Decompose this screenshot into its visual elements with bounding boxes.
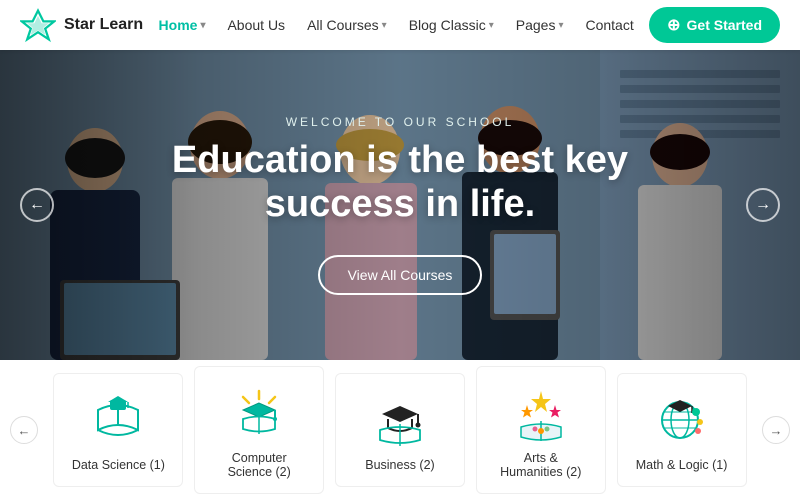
chevron-down-icon: ▾	[558, 20, 563, 31]
hero-prev-button[interactable]: ←	[20, 188, 54, 222]
logo-icon	[20, 7, 56, 43]
computer-science-icon	[231, 385, 287, 441]
nav-menu: Home ▾ About Us All Courses ▾ Blog Class…	[159, 17, 634, 33]
category-item-computer-science[interactable]: Computer Science (2)	[194, 366, 324, 494]
category-label-arts: Arts & Humanities (2)	[493, 451, 589, 479]
nav-link-courses[interactable]: All Courses ▾	[307, 17, 387, 33]
nav-item-blog[interactable]: Blog Classic ▾	[409, 17, 494, 33]
nav-item-about[interactable]: About Us	[227, 17, 285, 33]
chevron-down-icon: ▾	[382, 20, 387, 31]
data-science-icon	[90, 392, 146, 448]
view-all-courses-button[interactable]: View All Courses	[318, 255, 483, 295]
category-label-math: Math & Logic (1)	[636, 458, 728, 472]
logo[interactable]: Star Learn	[20, 7, 143, 43]
nav-link-about[interactable]: About Us	[227, 17, 285, 33]
category-item-data-science[interactable]: Data Science (1)	[53, 373, 183, 487]
categories-prev-button[interactable]: ←	[10, 416, 38, 444]
nav-item-pages[interactable]: Pages ▾	[516, 17, 564, 33]
plus-circle-icon: ⊕	[667, 15, 680, 35]
nav-item-home[interactable]: Home ▾	[159, 17, 206, 33]
categories-next-button[interactable]: →	[762, 416, 790, 444]
navbar: Star Learn Home ▾ About Us All Courses ▾…	[0, 0, 800, 50]
get-started-button[interactable]: ⊕ Get Started	[649, 7, 780, 43]
category-label-data-science: Data Science (1)	[72, 458, 165, 472]
nav-link-blog[interactable]: Blog Classic ▾	[409, 17, 494, 33]
categories-section: ← Data Science (1)	[0, 360, 800, 500]
nav-link-contact[interactable]: Contact	[585, 17, 633, 33]
hero-subtitle: Welcome to our school	[172, 115, 628, 129]
category-item-math[interactable]: Math & Logic (1)	[617, 373, 747, 487]
category-label-business: Business (2)	[365, 458, 434, 472]
category-label-computer-science: Computer Science (2)	[211, 451, 307, 479]
hero-content: Welcome to our school Education is the b…	[172, 115, 628, 294]
categories-list: Data Science (1) Computer Science (2)	[38, 366, 762, 494]
hero-next-button[interactable]: →	[746, 188, 780, 222]
math-icon	[654, 392, 710, 448]
arts-icon	[513, 385, 569, 441]
category-item-business[interactable]: Business (2)	[335, 373, 465, 487]
business-icon	[372, 392, 428, 448]
logo-text: Star Learn	[64, 16, 143, 34]
category-item-arts[interactable]: Arts & Humanities (2)	[476, 366, 606, 494]
nav-item-courses[interactable]: All Courses ▾	[307, 17, 387, 33]
chevron-down-icon: ▾	[200, 20, 205, 31]
hero-section: ← Welcome to our school Education is the…	[0, 50, 800, 360]
chevron-down-icon: ▾	[489, 20, 494, 31]
nav-link-home[interactable]: Home ▾	[159, 17, 206, 33]
hero-title: Education is the best key success in lif…	[172, 139, 628, 226]
nav-item-contact[interactable]: Contact	[585, 17, 633, 33]
nav-link-pages[interactable]: Pages ▾	[516, 17, 564, 33]
